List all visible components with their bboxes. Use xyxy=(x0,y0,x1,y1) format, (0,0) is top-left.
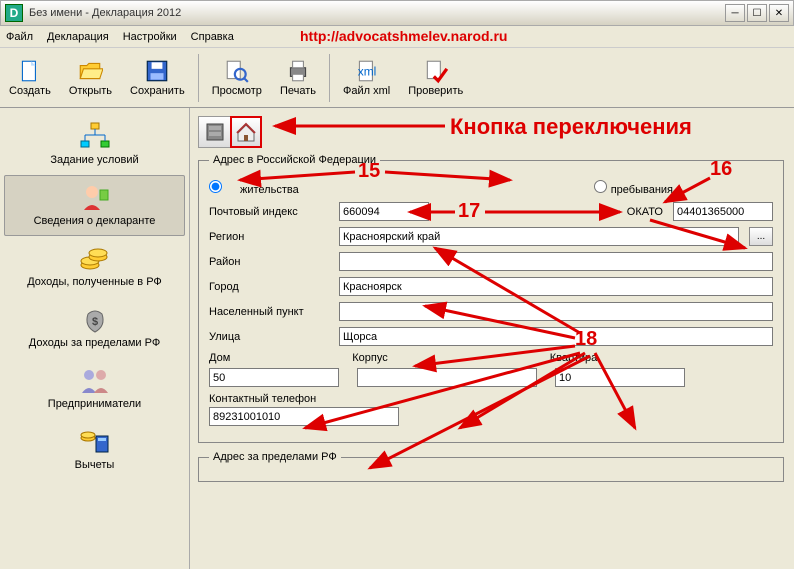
city-input[interactable] xyxy=(339,277,773,296)
city-label: Город xyxy=(209,281,329,293)
region-lookup-button[interactable]: ... xyxy=(749,227,773,246)
menubar: Файл Декларация Настройки Справка http:/… xyxy=(0,26,794,48)
postal-input[interactable] xyxy=(339,202,429,221)
radio-residence-label[interactable]: жительства xyxy=(209,180,299,196)
sidebar-item-income-abroad[interactable]: $ Доходы за пределами РФ xyxy=(4,297,185,358)
radio-residence[interactable] xyxy=(209,180,222,193)
region-label: Регион xyxy=(209,231,329,243)
building-label: Корпус xyxy=(352,352,387,364)
person-icon xyxy=(78,182,112,212)
street-label: Улица xyxy=(209,331,329,343)
open-folder-icon xyxy=(77,58,103,84)
tab-buttons xyxy=(198,116,784,148)
flat-input[interactable] xyxy=(555,368,685,387)
house-icon xyxy=(235,121,257,143)
postal-label: Почтовый индекс xyxy=(209,206,329,218)
xml-file-icon: xml xyxy=(354,58,380,84)
fieldset-address-abroad: Адрес за пределами РФ xyxy=(198,451,784,482)
phone-input[interactable] xyxy=(209,407,399,426)
legend-address-abroad: Адрес за пределами РФ xyxy=(209,451,341,463)
district-label: Район xyxy=(209,256,329,268)
print-icon xyxy=(285,58,311,84)
sidebar-item-deductions[interactable]: Вычеты xyxy=(4,419,185,480)
menu-help[interactable]: Справка xyxy=(191,31,234,43)
money-bag-icon: $ xyxy=(78,304,112,334)
toolbar-xml[interactable]: xml Файл xml xyxy=(334,53,399,102)
app-icon: D xyxy=(5,4,23,22)
toolbar-preview[interactable]: Просмотр xyxy=(203,53,271,102)
preview-icon xyxy=(224,58,250,84)
sidebar-item-conditions[interactable]: Задание условий xyxy=(4,114,185,175)
settlement-input[interactable] xyxy=(339,302,773,321)
toolbar-separator xyxy=(329,54,330,102)
radio-stay-label[interactable]: пребывания xyxy=(594,180,673,196)
toolbar-print[interactable]: Печать xyxy=(271,53,325,102)
building-input[interactable] xyxy=(357,368,537,387)
region-input[interactable] xyxy=(339,227,739,246)
toolbar-create[interactable]: Создать xyxy=(0,53,60,102)
people-icon xyxy=(78,365,112,395)
okato-label: ОКАТО xyxy=(627,206,663,218)
flat-label: Квартира xyxy=(550,352,598,364)
radio-stay[interactable] xyxy=(594,180,607,193)
coins-icon xyxy=(78,243,112,273)
district-input[interactable] xyxy=(339,252,773,271)
titlebar: D Без имени - Декларация 2012 ─ ☐ ✕ xyxy=(0,0,794,26)
toolbar-check[interactable]: Проверить xyxy=(399,53,472,102)
sidebar: Задание условий Сведения о декларанте До… xyxy=(0,108,190,569)
okato-input[interactable] xyxy=(673,202,773,221)
street-input[interactable] xyxy=(339,327,773,346)
content-area: Задание условий Сведения о декларанте До… xyxy=(0,108,794,569)
sidebar-item-income-rf[interactable]: Доходы, полученные в РФ xyxy=(4,236,185,297)
menu-declaration[interactable]: Декларация xyxy=(47,31,109,43)
menu-file[interactable]: Файл xyxy=(6,31,33,43)
phone-label: Контактный телефон xyxy=(209,393,316,405)
sidebar-item-declarant[interactable]: Сведения о декларанте xyxy=(4,175,185,236)
tab-address[interactable] xyxy=(230,116,262,148)
cabinet-icon xyxy=(204,121,226,143)
house-label: Дом xyxy=(209,352,230,364)
window-title: Без имени - Декларация 2012 xyxy=(29,7,725,19)
house-input[interactable] xyxy=(209,368,339,387)
svg-text:$: $ xyxy=(91,316,97,328)
new-file-icon xyxy=(17,58,43,84)
annotation-url: http://advocatshmelev.narod.ru xyxy=(300,28,507,44)
tab-personal[interactable] xyxy=(198,116,230,148)
maximize-button[interactable]: ☐ xyxy=(747,4,767,22)
svg-text:xml: xml xyxy=(357,64,376,78)
menu-settings[interactable]: Настройки xyxy=(123,31,177,43)
calc-money-icon xyxy=(78,426,112,456)
fieldset-address-rf: Адрес в Российской Федерации жительства … xyxy=(198,154,784,443)
check-icon xyxy=(423,58,449,84)
minimize-button[interactable]: ─ xyxy=(725,4,745,22)
toolbar-save[interactable]: Сохранить xyxy=(121,53,194,102)
toolbar: Создать Открыть Сохранить Просмотр Печат… xyxy=(0,48,794,108)
toolbar-open[interactable]: Открыть xyxy=(60,53,121,102)
legend-address-rf: Адрес в Российской Федерации xyxy=(209,154,380,166)
close-button[interactable]: ✕ xyxy=(769,4,789,22)
sidebar-item-entrepreneurs[interactable]: Предприниматели xyxy=(4,358,185,419)
hierarchy-icon xyxy=(78,121,112,151)
save-icon xyxy=(144,58,170,84)
form-panel: Адрес в Российской Федерации жительства … xyxy=(190,108,794,569)
settlement-label: Населенный пункт xyxy=(209,306,329,318)
toolbar-separator xyxy=(198,54,199,102)
